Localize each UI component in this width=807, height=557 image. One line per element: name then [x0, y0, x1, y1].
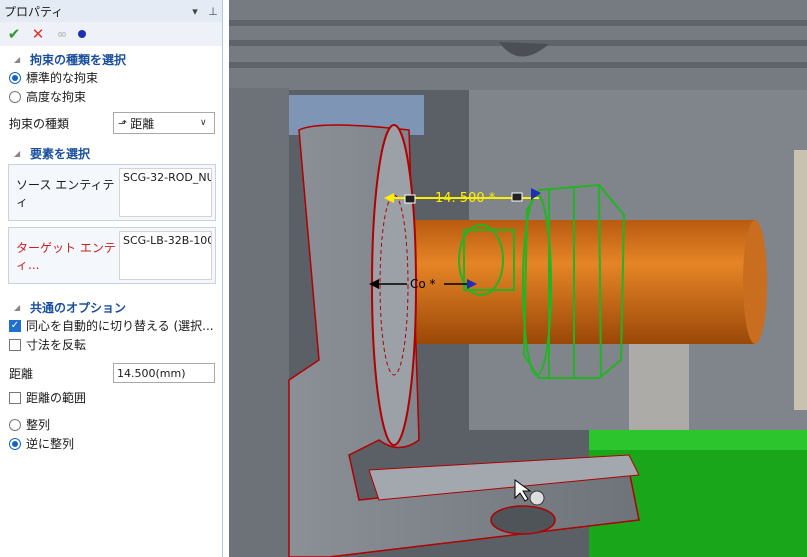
section-title: 共通のオプション [30, 300, 127, 315]
rail-groove [229, 62, 807, 68]
section-options[interactable]: ◢ 共通のオプション [0, 298, 222, 316]
collapse-icon: ◢ [14, 302, 21, 312]
constraint-type-row: 拘束の種類 ⬏ 距離 ∨ [0, 110, 222, 136]
left-frame [229, 88, 289, 557]
source-entity-value[interactable]: SCG-32-ROD_NU [119, 168, 212, 217]
radio-label: 逆に整列 [26, 437, 75, 451]
chevron-down-icon: ∨ [200, 118, 207, 128]
constraint-type-label: 拘束の種類 [9, 116, 70, 131]
collapse-icon: ◢ [14, 148, 21, 158]
concentric-label[interactable]: Co * [410, 277, 436, 291]
target-entity-box[interactable]: ターゲット エンティ... SCG-LB-32B-100- [8, 227, 216, 284]
checkbox[interactable] [9, 338, 21, 351]
source-entity-label: ソース エンティティ [16, 177, 115, 209]
section-constraint-type[interactable]: ◢ 拘束の種類を選択 [0, 50, 222, 68]
check-flip-dimension[interactable]: 寸法を反転 [0, 335, 222, 354]
app-root: プロパティ ▾ ⊥ ✔ ✕ ∞ ◢ 拘束の種類を選択 標準的な拘束 高度な拘束 … [0, 0, 807, 557]
checkbox-checked[interactable]: ✓ [9, 319, 21, 332]
radio-button[interactable] [9, 90, 21, 103]
constraint-type-value: 距離 [130, 116, 155, 131]
radio-button[interactable] [9, 418, 21, 431]
model-canvas[interactable]: 14. 500 * Co * [229, 0, 807, 557]
distance-label: 距離 [9, 366, 34, 381]
panel-toolbar: ✔ ✕ ∞ [0, 22, 222, 46]
radio-align[interactable]: 整列 [0, 415, 222, 434]
dimension-handle[interactable] [404, 194, 416, 204]
plate-hole [490, 505, 556, 535]
select-cursor-icon [529, 490, 545, 506]
glasses-icon[interactable]: ∞ [54, 26, 70, 42]
checkbox-label: 寸法を反転 [26, 338, 87, 352]
panel-title: プロパティ [4, 4, 64, 19]
checkmark-icon[interactable]: ✔ [6, 25, 22, 43]
radio-label: 整列 [26, 418, 51, 432]
rod-end [743, 220, 767, 344]
properties-panel: プロパティ ▾ ⊥ ✔ ✕ ∞ ◢ 拘束の種類を選択 標準的な拘束 高度な拘束 … [0, 0, 223, 557]
radio-advanced[interactable]: 高度な拘束 [0, 87, 222, 106]
3d-viewport[interactable]: 14. 500 * Co * [229, 0, 807, 557]
checkbox-label: 距離の範囲 [26, 391, 87, 405]
dimension-label[interactable]: 14. 500 * [435, 191, 496, 206]
target-entity-value[interactable]: SCG-LB-32B-100- [119, 231, 212, 280]
checkbox[interactable] [9, 391, 21, 404]
collapse-icon: ◢ [14, 54, 21, 64]
pin-icon[interactable]: ⊥ [204, 5, 222, 18]
radio-label: 高度な拘束 [26, 90, 87, 104]
check-auto-concentric[interactable]: ✓ 同心を自動的に切り替える (選択... [0, 316, 222, 335]
radio-button-selected[interactable] [9, 71, 21, 84]
dot-icon[interactable] [78, 30, 86, 38]
radio-button-selected[interactable] [9, 437, 21, 450]
target-entity-label: ターゲット エンティ... [16, 240, 116, 272]
rod [415, 220, 755, 344]
panel-titlebar: プロパティ ▾ ⊥ [0, 0, 222, 22]
section-title: 要素を選択 [30, 146, 91, 161]
constraint-type-select[interactable]: ⬏ 距離 ∨ [113, 112, 215, 134]
x-icon[interactable]: ✕ [30, 25, 46, 43]
dimension-handle[interactable] [511, 192, 523, 202]
rail-groove [229, 20, 807, 26]
radio-label: 標準的な拘束 [26, 71, 99, 85]
green-top [589, 430, 807, 450]
source-entity-box[interactable]: ソース エンティティ SCG-32-ROD_NU [8, 164, 216, 221]
check-distance-range[interactable]: 距離の範囲 [0, 388, 222, 407]
distance-icon: ⬏ [118, 116, 128, 130]
section-elements[interactable]: ◢ 要素を選択 [0, 144, 222, 162]
radio-reverse-align[interactable]: 逆に整列 [0, 434, 222, 453]
panel-menu-button[interactable]: ▾ [186, 5, 204, 18]
distance-row: 距離 14.500(mm) [0, 360, 222, 386]
right-part [794, 150, 807, 410]
checkbox-label: 同心を自動的に切り替える (選択... [26, 319, 214, 333]
section-title: 拘束の種類を選択 [30, 52, 127, 67]
distance-input[interactable]: 14.500(mm) [113, 363, 215, 383]
radio-standard[interactable]: 標準的な拘束 [0, 68, 222, 87]
